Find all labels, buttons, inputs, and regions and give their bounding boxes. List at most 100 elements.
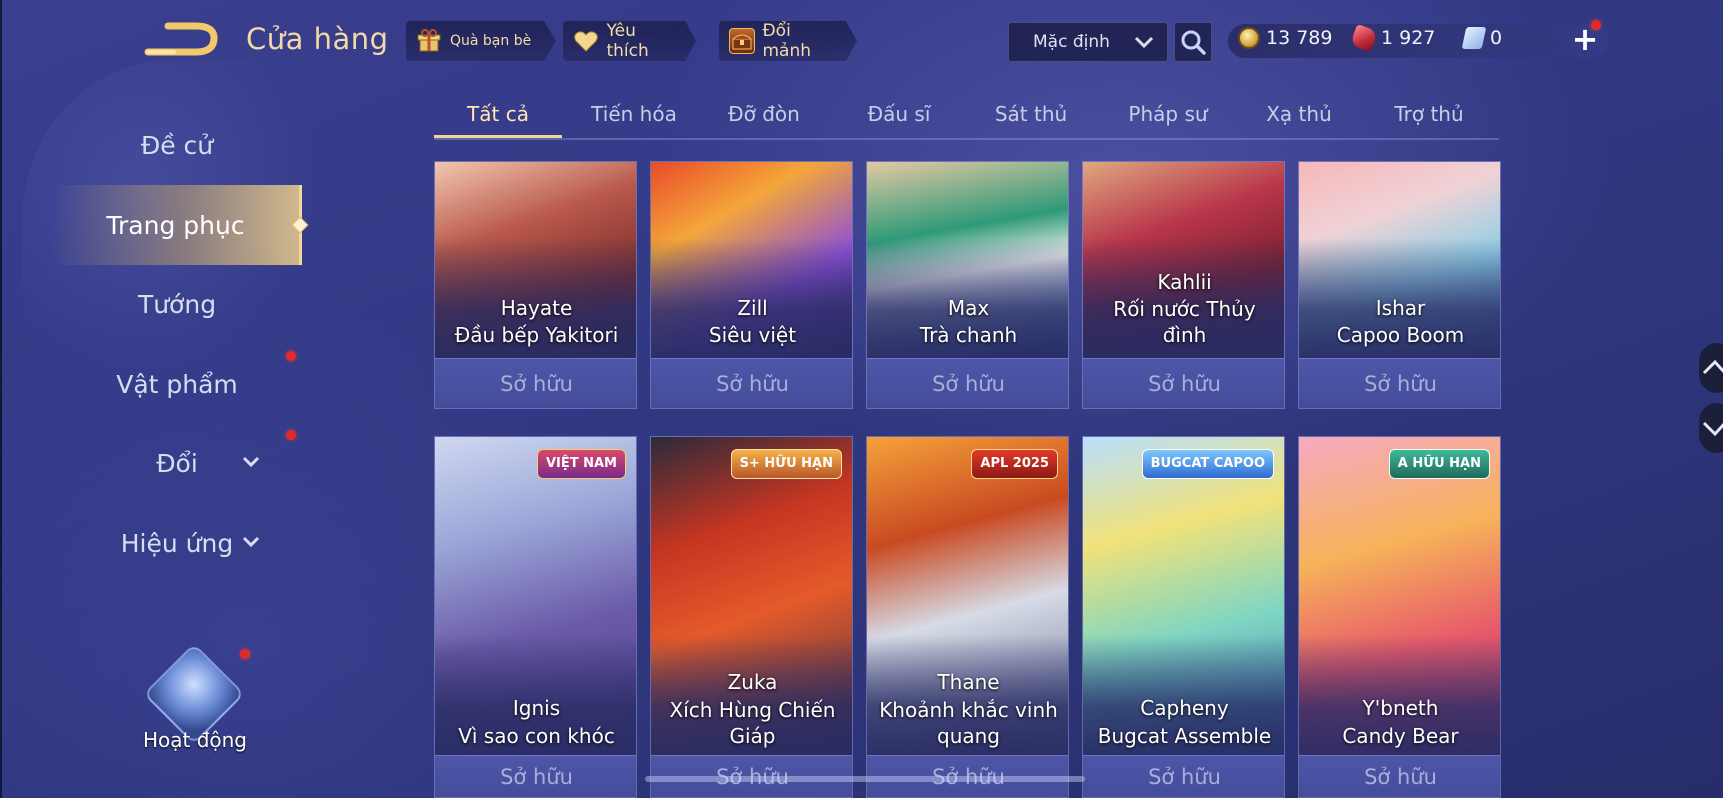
hero-name: Thane [937,670,1000,694]
activity-label: Hoạt động [142,728,248,752]
owned-status: Sở hữu [1083,358,1284,408]
shard-exchange-button[interactable]: Đổi mảnh [719,21,857,61]
skin-name: Bugcat Assemble [1097,724,1272,748]
sort-dropdown[interactable]: Mặc định [1008,22,1168,62]
owned-status: Sở hữu [435,358,636,408]
sidebar-item-exchange[interactable]: Đổi [52,433,302,493]
sidebar-item-effects[interactable]: Hiệu ứng [52,513,302,573]
category-tabs: Tất cả Tiến hóa Đỡ đòn Đấu sĩ Sát thủ Ph… [434,94,1499,140]
chevron-down-icon [1134,36,1154,49]
skin-card[interactable]: APL 2025 Thane Khoảnh khắc vinh quang Sở… [866,436,1069,798]
ruby-amount: 1 927 [1381,27,1436,49]
sidebar-item-label: Vật phẩm [116,369,238,399]
hero-name: Y'bneth [1362,696,1439,720]
hero-name: Ishar [1375,296,1426,320]
hero-name: Zill [737,296,768,320]
gold-balance: 13 789 [1238,27,1332,49]
treasure-chest-icon [729,28,755,54]
voucher-amount: 0 [1490,27,1503,49]
gold-coin-icon [1238,27,1260,49]
search-icon [1181,30,1206,55]
tab-fighter[interactable]: Đấu sĩ [839,94,959,138]
back-button[interactable] [144,20,220,60]
hero-name: Hayate [500,296,573,320]
heart-icon [573,28,598,54]
owned-status: Sở hữu [651,358,852,408]
skin-card[interactable]: A HỮU HẠN Y'bneth Candy Bear Sở hữu [1298,436,1501,798]
skin-name: Capoo Boom [1336,323,1465,347]
sidebar-item-label: Đổi [156,448,198,478]
page-title: Cửa hàng [246,22,389,56]
chevron-down-icon [242,536,260,548]
ruby-icon [1349,23,1379,53]
voucher-balance: 0 [1461,27,1503,49]
skin-name: Khoảnh khắc vinh quang [879,698,1058,748]
notification-dot [240,649,250,659]
skin-card[interactable]: VIỆT NAM Ignis Vì sao con khóc Sở hữu [434,436,637,798]
chevron-down-icon [242,456,260,468]
back-arrow-icon [144,22,218,56]
ruby-balance: 1 927 [1349,23,1436,53]
sidebar-item-label: Trang phục [106,210,245,240]
sidebar-item-recommended[interactable]: Đề cử [52,115,302,175]
event-badge: APL 2025 [971,449,1058,479]
skin-card[interactable]: BUGCAT CAPOO Capheny Bugcat Assemble Sở … [1082,436,1285,798]
activity-button[interactable]: Hoạt động [140,643,250,760]
chevron-down-icon [1702,421,1723,437]
skin-name: Rối nước Thủy đình [1113,297,1256,347]
scroll-up-button[interactable] [1699,343,1723,393]
sidebar-item-label: Tướng [137,289,217,319]
skin-card[interactable]: Zill Siêu việt Sở hữu [650,161,853,409]
tab-mage[interactable]: Pháp sư [1103,94,1233,138]
skin-card[interactable]: S+ HỮU HẠN Zuka Xích Hùng Chiến Giáp Sở … [650,436,853,798]
skin-name: Đầu bếp Yakitori [454,323,619,347]
shop-screen: Cửa hàng Quà bạn bè Yêu thích Đổi mảnh M… [0,0,1723,798]
favorites-button[interactable]: Yêu thích [563,21,696,61]
skin-name: Trà chanh [919,323,1018,347]
owned-status: Sở hữu [867,358,1068,408]
sidebar-item-label: Hiệu ứng [120,528,234,558]
friend-gift-button[interactable]: Quà bạn bè [406,21,556,61]
tab-support[interactable]: Trợ thủ [1369,94,1489,138]
skin-card[interactable]: Ishar Capoo Boom Sở hữu [1298,161,1501,409]
hero-name: Ignis [512,696,561,720]
skin-name: Xích Hùng Chiến Giáp [669,698,836,748]
favorites-label: Yêu thích [606,21,649,61]
tab-all[interactable]: Tất cả [434,94,562,138]
notification-dot [286,351,296,361]
notification-dot [286,430,296,440]
owned-status: Sở hữu [1299,358,1500,408]
tab-evolution[interactable]: Tiến hóa [574,94,694,138]
hero-name: Max [947,296,990,320]
gift-icon [416,28,442,54]
owned-status: Sở hữu [1299,755,1500,797]
tab-marksman[interactable]: Xạ thủ [1239,94,1359,138]
scroll-down-button[interactable] [1699,403,1723,453]
skin-card[interactable]: Kahlii Rối nước Thủy đình Sở hữu [1082,161,1285,409]
friend-gift-label: Quà bạn bè [450,33,532,49]
skin-card[interactable]: Hayate Đầu bếp Yakitori Sở hữu [434,161,637,409]
event-badge: BUGCAT CAPOO [1141,449,1274,479]
sidebar-item-skins[interactable]: Trang phục [52,185,302,265]
skin-card[interactable]: Max Trà chanh Sở hữu [866,161,1069,409]
sidebar-item-heroes[interactable]: Tướng [52,274,302,334]
notification-dot [1591,20,1601,30]
hero-name: Capheny [1140,696,1229,720]
horizontal-scrollbar[interactable] [645,776,1085,782]
skin-name: Siêu việt [708,323,797,347]
owned-status: Sở hữu [1083,755,1284,797]
shard-exchange-label: Đổi mảnh [762,21,812,61]
search-button[interactable] [1174,22,1212,62]
event-badge: VIỆT NAM [536,449,626,479]
skin-name: Vì sao con khóc [458,724,615,748]
hero-name: Kahlii [1157,270,1212,294]
gold-amount: 13 789 [1266,27,1333,49]
sidebar-item-items[interactable]: Vật phẩm [52,354,302,414]
tab-assassin[interactable]: Sát thủ [971,94,1091,138]
voucher-icon [1461,27,1487,49]
sidebar-item-label: Đề cử [140,130,214,160]
rarity-badge: A HỮU HẠN [1388,449,1490,479]
tab-tank[interactable]: Đỡ đòn [704,94,824,138]
rarity-badge: S+ HỮU HẠN [730,449,842,479]
hero-name: Zuka [727,670,778,694]
